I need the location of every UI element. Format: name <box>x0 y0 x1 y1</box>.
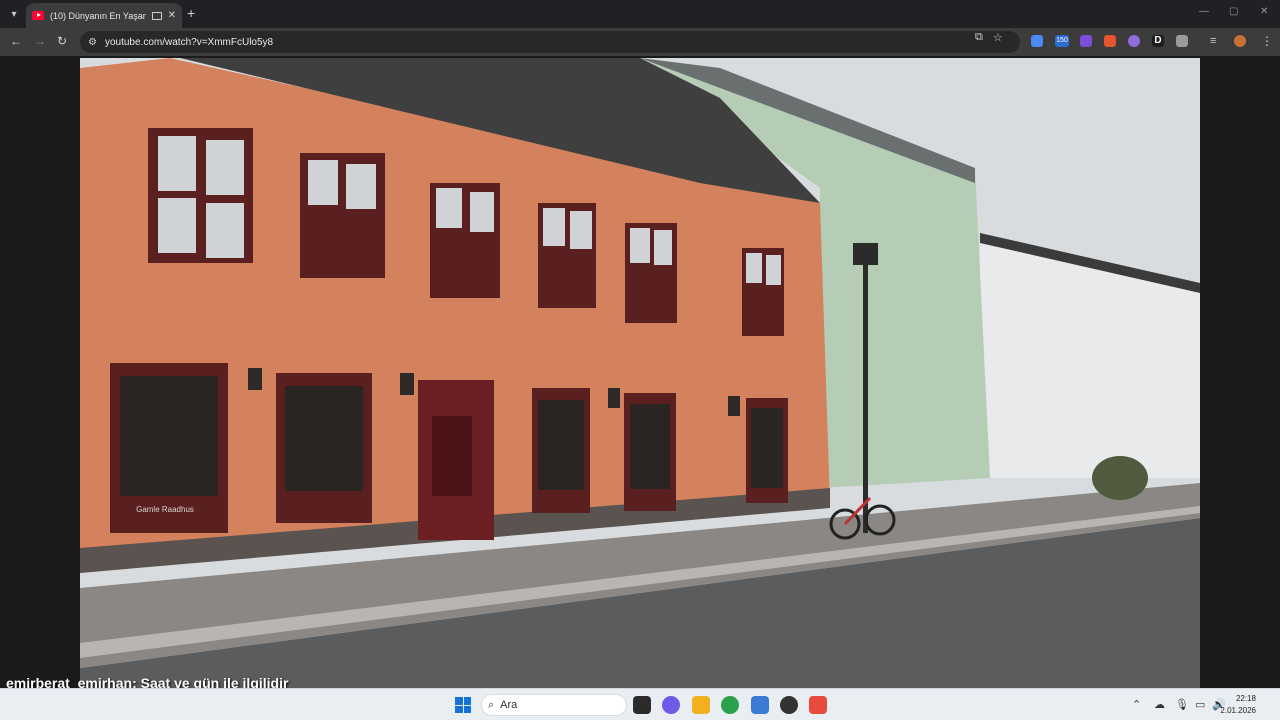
minimize-icon[interactable]: — <box>1199 6 1209 17</box>
playlist-icon[interactable]: ≡ <box>1210 35 1222 47</box>
tab-search-icon[interactable]: ▾ <box>4 4 24 24</box>
fox-icon[interactable] <box>1104 35 1116 47</box>
close-window-icon[interactable]: ✕ <box>1260 6 1268 17</box>
address-bar[interactable]: ⚙ youtube.com/watch?v=XmmFcUlo5y8 <box>80 31 1020 53</box>
lamp-post <box>863 248 868 533</box>
system-clock[interactable]: 22:18 2.01.2026 <box>1220 693 1256 717</box>
counter-badge-icon[interactable]: 150 <box>1055 35 1069 47</box>
shield-icon[interactable] <box>1080 35 1092 47</box>
search-icon: ⌕ <box>488 698 495 711</box>
bookmark-star-icon[interactable]: ☆ <box>993 31 1003 44</box>
cloud-icon[interactable] <box>1128 35 1140 47</box>
site-info-icon[interactable]: ⚙ <box>88 37 97 48</box>
network-icon[interactable]: ▭ <box>1195 698 1205 711</box>
tab-title: (10) Dünyanın En Yaşanabi <box>50 10 146 21</box>
tray-overflow-icon[interactable]: ⌃ <box>1132 698 1141 711</box>
close-tab-icon[interactable]: ✕ <box>168 10 176 21</box>
page-content: Gamle Raadhus <box>0 56 1280 688</box>
youtube-icon <box>32 11 44 20</box>
taskbar-search[interactable]: ⌕ Ara <box>481 694 627 716</box>
app-icon[interactable] <box>780 696 798 714</box>
windows-taskbar: ⌕ Ara ⌃ ☁ 🎙 ▭ 🔊 22:18 2.01.2026 <box>0 688 1280 720</box>
active-app-icon[interactable] <box>809 696 827 714</box>
clock-date: 2.01.2026 <box>1220 706 1256 715</box>
tab-youtube[interactable]: (10) Dünyanın En Yaşanabi ✕ <box>26 3 182 28</box>
back-icon[interactable]: ← <box>10 34 22 48</box>
forward-icon[interactable]: → <box>34 34 46 48</box>
url-text: youtube.com/watch?v=XmmFcUlo5y8 <box>104 36 274 48</box>
chrome-icon[interactable] <box>721 696 739 714</box>
snipping-tool-icon[interactable] <box>751 696 769 714</box>
task-view-icon[interactable] <box>633 696 651 714</box>
d-icon[interactable]: D <box>1152 35 1164 47</box>
shop-sign: Gamle Raadhus <box>136 505 194 514</box>
microphone-icon[interactable]: 🎙 <box>1175 698 1189 711</box>
browser-toolbar: ← → ↻ ⚙ youtube.com/watch?v=XmmFcUlo5y8 … <box>0 28 1280 56</box>
maximize-icon[interactable]: ▢ <box>1229 6 1238 17</box>
onedrive-icon[interactable]: ☁ <box>1154 698 1165 711</box>
clock-time: 22:18 <box>1235 694 1256 703</box>
translate-icon[interactable] <box>1031 35 1043 47</box>
puzzle-icon[interactable] <box>1176 35 1188 47</box>
reload-icon[interactable]: ↻ <box>57 34 67 48</box>
tab-strip: ▾ (10) Dünyanın En Yaşanabi ✕ + — ▢ ✕ <box>0 0 1280 28</box>
copilot-icon[interactable] <box>662 696 680 714</box>
omnibox-actions: ⧉ ☆ <box>975 31 1003 44</box>
install-icon[interactable]: ⧉ <box>975 31 983 44</box>
media-icon[interactable] <box>151 11 162 20</box>
search-placeholder: Ara <box>500 699 518 711</box>
menu-icon[interactable]: ⋮ <box>1261 34 1273 48</box>
avatar-icon[interactable] <box>1234 35 1246 47</box>
new-tab-button[interactable]: + <box>187 5 195 21</box>
screen: ▾ (10) Dünyanın En Yaşanabi ✕ + — ▢ ✕ ← … <box>0 0 1280 720</box>
file-explorer-icon[interactable] <box>692 696 710 714</box>
video-player[interactable]: Gamle Raadhus <box>80 58 1200 688</box>
windows-start-icon[interactable] <box>455 697 471 713</box>
video-frame <box>80 58 1200 688</box>
